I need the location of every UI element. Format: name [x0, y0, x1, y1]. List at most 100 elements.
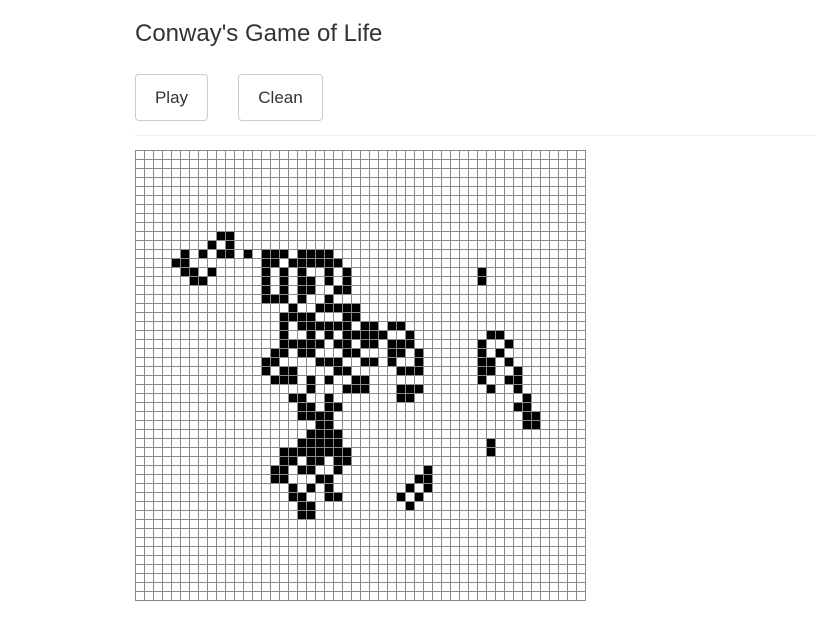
cell-dead[interactable] — [163, 196, 172, 205]
cell-dead[interactable] — [478, 511, 487, 520]
cell-dead[interactable] — [145, 520, 154, 529]
cell-dead[interactable] — [433, 160, 442, 169]
cell-dead[interactable] — [397, 556, 406, 565]
cell-dead[interactable] — [469, 358, 478, 367]
cell-dead[interactable] — [253, 232, 262, 241]
cell-dead[interactable] — [370, 574, 379, 583]
cell-dead[interactable] — [343, 592, 352, 601]
cell-dead[interactable] — [289, 268, 298, 277]
cell-dead[interactable] — [442, 358, 451, 367]
cell-dead[interactable] — [208, 151, 217, 160]
cell-dead[interactable] — [532, 196, 541, 205]
cell-dead[interactable] — [433, 223, 442, 232]
cell-dead[interactable] — [496, 385, 505, 394]
cell-dead[interactable] — [226, 286, 235, 295]
cell-dead[interactable] — [271, 574, 280, 583]
cell-dead[interactable] — [478, 439, 487, 448]
cell-dead[interactable] — [442, 178, 451, 187]
cell-dead[interactable] — [568, 574, 577, 583]
cell-dead[interactable] — [316, 592, 325, 601]
cell-dead[interactable] — [190, 241, 199, 250]
cell-dead[interactable] — [487, 214, 496, 223]
cell-dead[interactable] — [361, 277, 370, 286]
cell-dead[interactable] — [433, 484, 442, 493]
cell-dead[interactable] — [523, 529, 532, 538]
cell-alive[interactable] — [334, 403, 343, 412]
cell-dead[interactable] — [145, 295, 154, 304]
cell-dead[interactable] — [289, 475, 298, 484]
cell-dead[interactable] — [550, 475, 559, 484]
cell-dead[interactable] — [460, 394, 469, 403]
cell-dead[interactable] — [379, 223, 388, 232]
cell-dead[interactable] — [307, 358, 316, 367]
cell-alive[interactable] — [478, 349, 487, 358]
cell-dead[interactable] — [217, 214, 226, 223]
cell-dead[interactable] — [307, 583, 316, 592]
cell-dead[interactable] — [577, 232, 586, 241]
cell-dead[interactable] — [136, 223, 145, 232]
cell-dead[interactable] — [514, 277, 523, 286]
cell-alive[interactable] — [226, 241, 235, 250]
cell-dead[interactable] — [550, 511, 559, 520]
cell-dead[interactable] — [550, 385, 559, 394]
cell-dead[interactable] — [388, 286, 397, 295]
cell-dead[interactable] — [271, 394, 280, 403]
cell-dead[interactable] — [253, 529, 262, 538]
cell-dead[interactable] — [190, 331, 199, 340]
cell-dead[interactable] — [379, 484, 388, 493]
cell-dead[interactable] — [541, 313, 550, 322]
cell-dead[interactable] — [550, 520, 559, 529]
cell-dead[interactable] — [496, 592, 505, 601]
cell-dead[interactable] — [316, 556, 325, 565]
cell-alive[interactable] — [298, 511, 307, 520]
cell-dead[interactable] — [154, 592, 163, 601]
cell-dead[interactable] — [325, 466, 334, 475]
cell-dead[interactable] — [451, 493, 460, 502]
cell-dead[interactable] — [379, 502, 388, 511]
cell-dead[interactable] — [217, 340, 226, 349]
cell-dead[interactable] — [172, 205, 181, 214]
cell-dead[interactable] — [442, 475, 451, 484]
cell-dead[interactable] — [541, 538, 550, 547]
cell-dead[interactable] — [190, 223, 199, 232]
cell-dead[interactable] — [559, 241, 568, 250]
cell-dead[interactable] — [559, 529, 568, 538]
cell-dead[interactable] — [298, 367, 307, 376]
cell-dead[interactable] — [415, 340, 424, 349]
cell-dead[interactable] — [271, 151, 280, 160]
cell-dead[interactable] — [406, 421, 415, 430]
cell-dead[interactable] — [307, 367, 316, 376]
cell-dead[interactable] — [496, 295, 505, 304]
cell-dead[interactable] — [253, 196, 262, 205]
cell-dead[interactable] — [343, 583, 352, 592]
cell-dead[interactable] — [442, 376, 451, 385]
cell-dead[interactable] — [361, 241, 370, 250]
cell-dead[interactable] — [379, 196, 388, 205]
cell-dead[interactable] — [226, 502, 235, 511]
cell-dead[interactable] — [568, 268, 577, 277]
cell-dead[interactable] — [325, 583, 334, 592]
cell-dead[interactable] — [172, 322, 181, 331]
cell-alive[interactable] — [271, 475, 280, 484]
cell-dead[interactable] — [190, 457, 199, 466]
cell-dead[interactable] — [523, 376, 532, 385]
cell-dead[interactable] — [244, 457, 253, 466]
cell-dead[interactable] — [343, 565, 352, 574]
cell-dead[interactable] — [352, 484, 361, 493]
cell-dead[interactable] — [163, 304, 172, 313]
cell-dead[interactable] — [577, 322, 586, 331]
cell-alive[interactable] — [298, 259, 307, 268]
cell-dead[interactable] — [496, 556, 505, 565]
cell-dead[interactable] — [514, 196, 523, 205]
cell-dead[interactable] — [370, 529, 379, 538]
cell-dead[interactable] — [145, 466, 154, 475]
cell-dead[interactable] — [523, 457, 532, 466]
cell-dead[interactable] — [523, 205, 532, 214]
cell-dead[interactable] — [379, 493, 388, 502]
cell-dead[interactable] — [253, 448, 262, 457]
cell-dead[interactable] — [208, 448, 217, 457]
cell-dead[interactable] — [433, 358, 442, 367]
cell-dead[interactable] — [280, 223, 289, 232]
cell-dead[interactable] — [172, 520, 181, 529]
cell-dead[interactable] — [172, 304, 181, 313]
